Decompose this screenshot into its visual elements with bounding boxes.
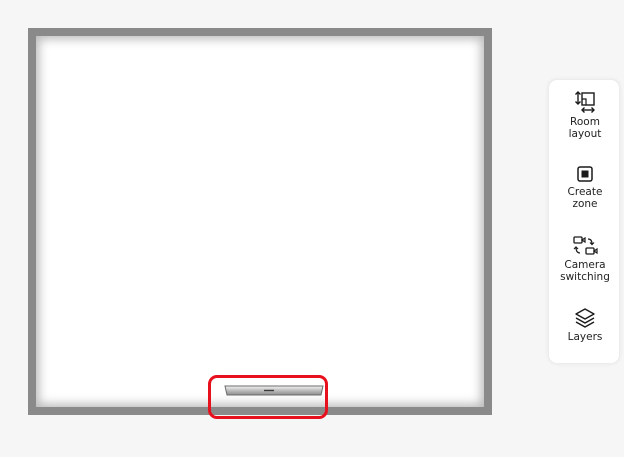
layers-icon bbox=[575, 308, 595, 328]
room-layout-button[interactable]: Room layout bbox=[549, 90, 621, 140]
create-zone-label: Create zone bbox=[567, 186, 603, 210]
room-editor: Room layout Create zone Camera switching bbox=[0, 0, 624, 457]
create-zone-button[interactable]: Create zone bbox=[549, 164, 621, 210]
room-outline[interactable] bbox=[28, 28, 492, 415]
camera-switching-button[interactable]: Camera switching bbox=[549, 235, 621, 283]
create-zone-icon bbox=[577, 166, 593, 182]
camera-switching-label: Camera switching bbox=[560, 259, 610, 283]
camera-switching-icon bbox=[573, 236, 598, 255]
room-floor bbox=[36, 36, 484, 407]
layers-label: Layers bbox=[567, 331, 603, 343]
layers-button[interactable]: Layers bbox=[549, 307, 621, 344]
room-layout-label: Room layout bbox=[568, 116, 602, 140]
device-highlight bbox=[208, 375, 328, 419]
side-toolbar: Room layout Create zone Camera switching bbox=[548, 79, 620, 364]
room-layout-icon bbox=[575, 91, 595, 113]
